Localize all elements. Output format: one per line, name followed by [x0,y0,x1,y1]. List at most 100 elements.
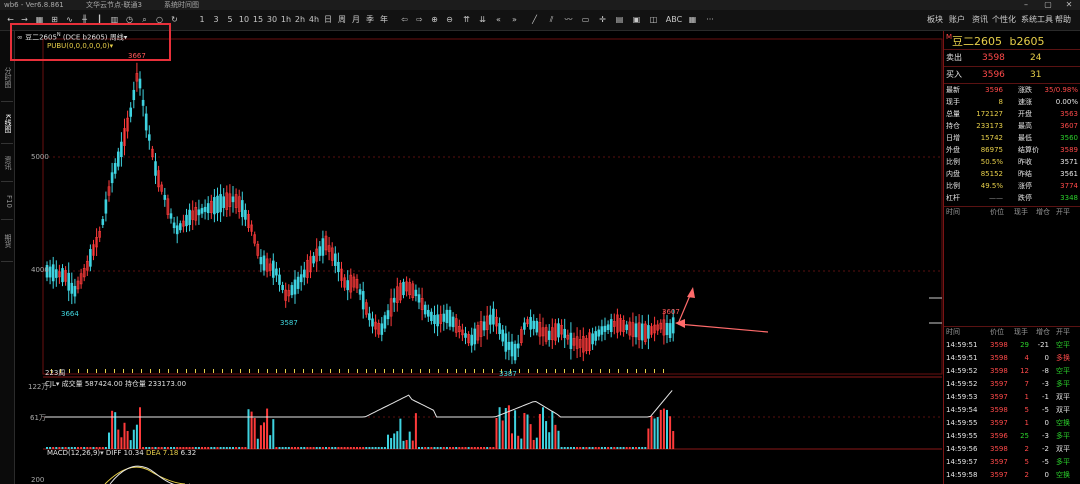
tab-kline[interactable]: K线图 [1,103,13,144]
kline-chart[interactable] [15,31,943,484]
abc-button[interactable]: ABC [664,13,684,27]
candle-body [371,318,374,327]
title-tab-2[interactable]: 系统时间图 [164,0,199,10]
diff-value: DIFF 10.34 [105,449,144,457]
menu-item-2[interactable]: 资讯 [972,13,988,27]
period-quarter[interactable]: 季 [363,13,377,27]
volume-bar [266,408,269,449]
split-icon[interactable]: ◫ [647,13,660,27]
period-15min[interactable]: 15 [251,13,265,27]
tick-col-header: 现手 [1014,328,1028,336]
tick-row: 14:59:55 3597 1 0 空换 [946,419,1070,427]
tick-row: 14:59:55 3596 25 -3 多平 [946,432,1070,440]
period-2h[interactable]: 2h [293,13,307,27]
volume-bar [414,413,417,449]
period-month[interactable]: 月 [349,13,363,27]
candle-body [117,151,120,167]
volume-bar [501,420,504,449]
panel-icon[interactable]: ▤ [613,13,626,27]
draw-wave-icon[interactable]: 〰 [562,13,575,27]
down-double-icon[interactable]: ⇊ [476,13,489,27]
volume-bar [278,447,281,449]
volume-bar [588,447,591,449]
period-1h[interactable]: 1h [279,13,293,27]
arrow-left-tool-icon[interactable]: ⇦ [398,13,411,27]
more-button[interactable]: ··· [702,13,718,27]
volume-bar [380,447,383,449]
quote-label: 开盘 [1018,110,1032,118]
volume-bar [315,447,318,449]
menu-item-1[interactable]: 账户 [949,13,965,27]
period-4h[interactable]: 4h [307,13,321,27]
bar-marker [186,369,187,373]
bar-marker [663,369,664,373]
bar-marker [222,369,223,373]
bar-marker [645,369,646,373]
macd-tick: 200 [31,476,45,484]
period-10min[interactable]: 10 [237,13,251,27]
quote-panel: M豆二2605 b2605 卖出 3598 24 买入 3596 31 最新 35… [943,31,1080,484]
volume-bar [241,447,244,449]
menu-item-0[interactable]: 板块 [927,13,943,27]
volume-bar [393,433,396,449]
title-tab-1[interactable]: 文华云节点-联通3 [86,0,142,10]
period-5min[interactable]: 5 [223,13,237,27]
candle-body [110,172,114,184]
period-3min[interactable]: 3 [209,13,223,27]
volume-bar [495,417,498,449]
period-1min[interactable]: 1 [195,13,209,27]
period-year[interactable]: 年 [377,13,391,27]
macd-label[interactable]: MACD(12,26,9) [47,449,100,457]
chart-header: ∞ 豆二2605N (DCE b2605) 周线▾ [17,32,128,42]
arrow-right-tool-icon[interactable]: ⇨ [413,13,426,27]
tab-f10[interactable]: F10 [1,183,13,220]
right-double-icon[interactable]: » [508,13,521,27]
tick-row: 14:59:51 3598 29 -21 空平 [946,341,1070,349]
left-double-icon[interactable]: « [492,13,505,27]
layout-icon[interactable]: ▣ [630,13,643,27]
quote-label: 外盘 [946,146,960,154]
chevron-down-icon[interactable]: ▾ [56,380,60,388]
menu-item-4[interactable]: 系统工具 [1021,13,1053,27]
zoom-out-icon[interactable]: ⊖ [443,13,456,27]
chart-area[interactable]: ∞ 豆二2605N (DCE b2605) 周线▾ PUBU(0,0,0,0,0… [10,23,943,484]
period-dropdown[interactable]: 周线 [110,33,124,41]
period-week[interactable]: 周 [335,13,349,27]
candle-body [154,161,157,176]
candle-body [591,333,594,345]
candle-body [148,134,151,141]
link-icon[interactable]: ∞ [17,33,23,41]
bar-marker [618,369,619,373]
text-icon[interactable]: ▦ [686,13,699,27]
volume-bar [263,422,265,449]
rectangle-icon[interactable]: ▭ [579,13,592,27]
tab-news[interactable]: 资讯 [1,145,13,182]
close-icon[interactable]: ✕ [1059,0,1079,10]
quote-label: 涨跌 [1018,86,1032,94]
maximize-icon[interactable]: ▢ [1038,0,1058,10]
volume-bar [439,447,442,449]
chevron-down-icon[interactable]: ▾ [124,33,128,41]
menu-item-5[interactable]: 帮助 [1055,13,1071,27]
chevron-down-icon[interactable]: ▾ [110,42,114,50]
draw-parallel-icon[interactable]: ⫽ [545,13,558,27]
up-double-icon[interactable]: ⇈ [460,13,473,27]
candle-body [54,269,58,278]
crosshair-icon[interactable]: ✛ [596,13,609,27]
candle-body [216,195,219,214]
volume-bar [253,418,256,449]
volume-bar [108,432,110,449]
tab-futures[interactable]: 期货 [1,221,13,262]
chevron-down-icon[interactable]: ▾ [100,449,104,457]
minimize-icon[interactable]: – [1016,0,1036,10]
symbol-label[interactable]: 豆二2605 [25,33,57,41]
menu-item-3[interactable]: 个性化 [992,13,1016,27]
bar-marker [573,369,574,373]
bar-marker [375,369,376,373]
period-30min[interactable]: 30 [265,13,279,27]
zoom-in-icon[interactable]: ⊕ [428,13,441,27]
draw-line-icon[interactable]: ╱ [528,13,541,27]
period-day[interactable]: 日 [321,13,335,27]
candle-body [402,281,405,296]
indicator-label[interactable]: PUBU(0,0,0,0,0,0)▾ [47,42,113,50]
